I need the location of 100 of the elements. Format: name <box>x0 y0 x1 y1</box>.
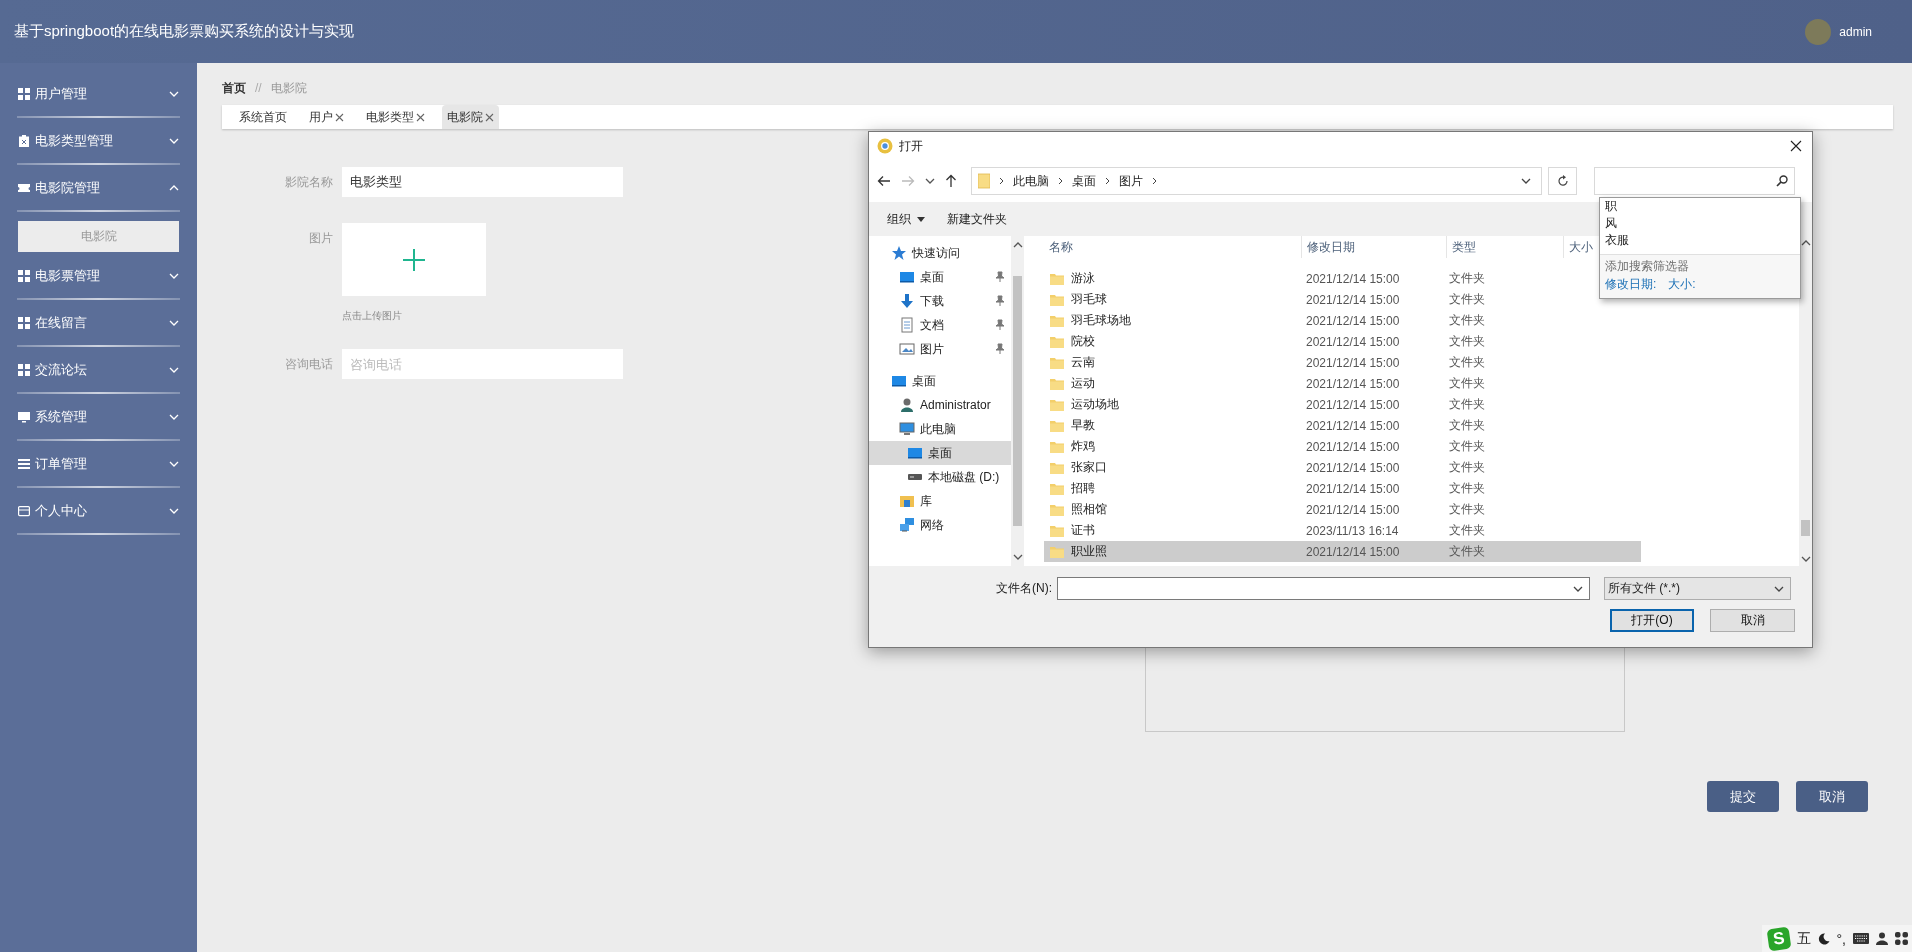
column-header[interactable]: 修改日期 <box>1302 236 1447 258</box>
close-icon[interactable] <box>1790 140 1802 152</box>
file-row[interactable]: 招聘 2021/12/14 15:00 文件夹 <box>1044 478 1600 499</box>
file-name: 炸鸡 <box>1071 438 1095 455</box>
grid-icon <box>18 316 30 329</box>
nav-pane-item[interactable]: 桌面 <box>869 369 1011 393</box>
scroll-thumb[interactable] <box>1801 520 1810 536</box>
nav-pane-item[interactable]: 本地磁盘 (D:) <box>869 465 1011 489</box>
pin-icon <box>995 319 1005 331</box>
input-field[interactable]: 电影类型 <box>342 167 623 197</box>
file-name-field[interactable] <box>1057 577 1590 600</box>
nav-pane-item[interactable]: 快速访问 <box>869 241 1011 265</box>
tab[interactable]: 用户 <box>304 105 349 129</box>
file-type-select[interactable]: 所有文件 (*.*) <box>1604 577 1791 600</box>
breadcrumb-item[interactable]: 首页 <box>222 79 246 97</box>
desktop-icon <box>907 445 923 461</box>
pin-icon <box>995 343 1005 355</box>
folder-icon <box>978 173 990 189</box>
toolbar-button[interactable]: 新建文件夹 <box>947 210 1007 228</box>
tab[interactable]: 电影类型 <box>361 105 430 129</box>
file-name: 张家口 <box>1071 459 1107 476</box>
file-row[interactable]: 早教 2021/12/14 15:00 文件夹 <box>1044 415 1600 436</box>
suggestion-item[interactable]: 风 <box>1600 215 1800 232</box>
dropdown-icon <box>1774 585 1784 592</box>
file-name: 运动场地 <box>1071 396 1119 413</box>
punctuation-mode[interactable]: °, <box>1836 930 1846 947</box>
app-title: 基于springboot的在线电影票购买系统的设计与实现 <box>13 22 356 41</box>
path-segment[interactable]: 此电脑 <box>1013 172 1049 190</box>
sidebar-item[interactable]: 电影院管理 <box>0 165 197 210</box>
suggestion-item[interactable]: 衣服 <box>1600 232 1800 249</box>
sidebar-item[interactable]: 电影票管理 <box>0 253 197 298</box>
user-icon <box>899 397 915 413</box>
back-arrow-icon[interactable] <box>877 175 891 187</box>
filter-link[interactable]: 大小: <box>1668 275 1696 293</box>
nav-pane-item[interactable]: Administrator <box>869 393 1011 417</box>
nav-pane-item[interactable]: 图片 <box>869 337 1011 361</box>
scroll-thumb[interactable] <box>1013 276 1022 526</box>
file-name: 云南 <box>1071 354 1095 371</box>
recent-locations-icon <box>925 178 935 184</box>
form-button[interactable]: 提交 <box>1707 781 1779 812</box>
moon-icon[interactable] <box>1817 932 1830 945</box>
dialog-button[interactable]: 取消 <box>1710 609 1795 632</box>
folder-icon <box>1050 293 1064 306</box>
filter-link[interactable]: 修改日期: <box>1605 275 1657 293</box>
nav-pane-item[interactable]: 此电脑 <box>869 417 1011 441</box>
file-row[interactable]: 炸鸡 2021/12/14 15:00 文件夹 <box>1044 436 1600 457</box>
keyboard-icon[interactable] <box>1853 933 1869 944</box>
sidebar-item[interactable]: 用户管理 <box>0 71 197 116</box>
form-button[interactable]: 取消 <box>1796 781 1868 812</box>
file-row[interactable]: 张家口 2021/12/14 15:00 文件夹 <box>1044 457 1600 478</box>
nav-pane-item[interactable]: 网络 <box>869 513 1011 537</box>
file-row[interactable]: 云南 2021/12/14 15:00 文件夹 <box>1044 352 1600 373</box>
refresh-button[interactable] <box>1548 167 1577 195</box>
sidebar-item[interactable]: 订单管理 <box>0 441 197 486</box>
file-name: 运动 <box>1071 375 1095 392</box>
toolbar-button[interactable]: 组织 <box>887 210 925 228</box>
input-field[interactable]: 咨询电话 <box>342 349 623 379</box>
file-row[interactable]: 运动 2021/12/14 15:00 文件夹 <box>1044 373 1600 394</box>
sidebar-item[interactable]: 交流论坛 <box>0 347 197 392</box>
file-row[interactable]: 游泳 2021/12/14 15:00 文件夹 <box>1044 268 1600 289</box>
nav-pane-item[interactable]: 桌面 <box>869 441 1011 465</box>
scroll-down-icon <box>1800 556 1811 562</box>
file-row[interactable]: 职业照 2021/12/14 15:00 文件夹 <box>1044 541 1641 562</box>
search-field[interactable] <box>1594 167 1795 195</box>
folder-icon <box>1050 482 1064 495</box>
tab[interactable]: 电影院 <box>442 105 499 129</box>
input-mode[interactable]: 五 <box>1796 929 1811 948</box>
column-header[interactable]: 类型 <box>1447 236 1564 258</box>
sidebar-item[interactable]: 电影类型管理 <box>0 118 197 163</box>
file-row[interactable]: 运动场地 2021/12/14 15:00 文件夹 <box>1044 394 1600 415</box>
modified-date: 2021/12/14 15:00 <box>1305 544 1401 559</box>
download-icon <box>899 293 915 309</box>
path-segment[interactable]: 桌面 <box>1072 172 1096 190</box>
file-row[interactable]: 照相馆 2021/12/14 15:00 文件夹 <box>1044 499 1600 520</box>
nav-pane-item[interactable]: 下载 <box>869 289 1011 313</box>
column-header[interactable]: 名称 <box>1044 236 1302 258</box>
sidebar-item[interactable]: 系统管理 <box>0 394 197 439</box>
suggestion-item[interactable]: 职 <box>1600 198 1800 215</box>
nav-pane-item[interactable]: 库 <box>869 489 1011 513</box>
address-bar[interactable]: 此电脑 桌面 图片 <box>971 167 1542 195</box>
dialog-button[interactable]: 打开(O) <box>1610 609 1694 632</box>
file-row[interactable]: 羽毛球场地 2021/12/14 15:00 文件夹 <box>1044 310 1600 331</box>
folder-icon <box>1050 272 1064 285</box>
grid-icon[interactable] <box>1895 932 1908 945</box>
file-type: 文件夹 <box>1448 543 1486 560</box>
path-segment[interactable]: 图片 <box>1119 172 1143 190</box>
person-icon[interactable] <box>1876 932 1888 945</box>
user-avatar <box>1805 18 1832 45</box>
tab[interactable]: 系统首页 <box>234 105 292 129</box>
nav-pane-item[interactable]: 桌面 <box>869 265 1011 289</box>
file-row[interactable]: 羽毛球 2021/12/14 15:00 文件夹 <box>1044 289 1600 310</box>
file-row[interactable]: 证书 2023/11/13 16:14 文件夹 <box>1044 520 1600 541</box>
folder-icon <box>1050 314 1064 327</box>
sidebar-item[interactable]: 个人中心 <box>0 488 197 533</box>
sidebar-item[interactable]: 在线留言 <box>0 300 197 345</box>
file-row[interactable]: 院校 2021/12/14 15:00 文件夹 <box>1044 331 1600 352</box>
up-arrow-icon[interactable] <box>945 174 957 188</box>
file-type: 文件夹 <box>1448 501 1486 518</box>
nav-pane-item[interactable]: 文档 <box>869 313 1011 337</box>
user-name[interactable]: admin <box>1839 24 1872 39</box>
